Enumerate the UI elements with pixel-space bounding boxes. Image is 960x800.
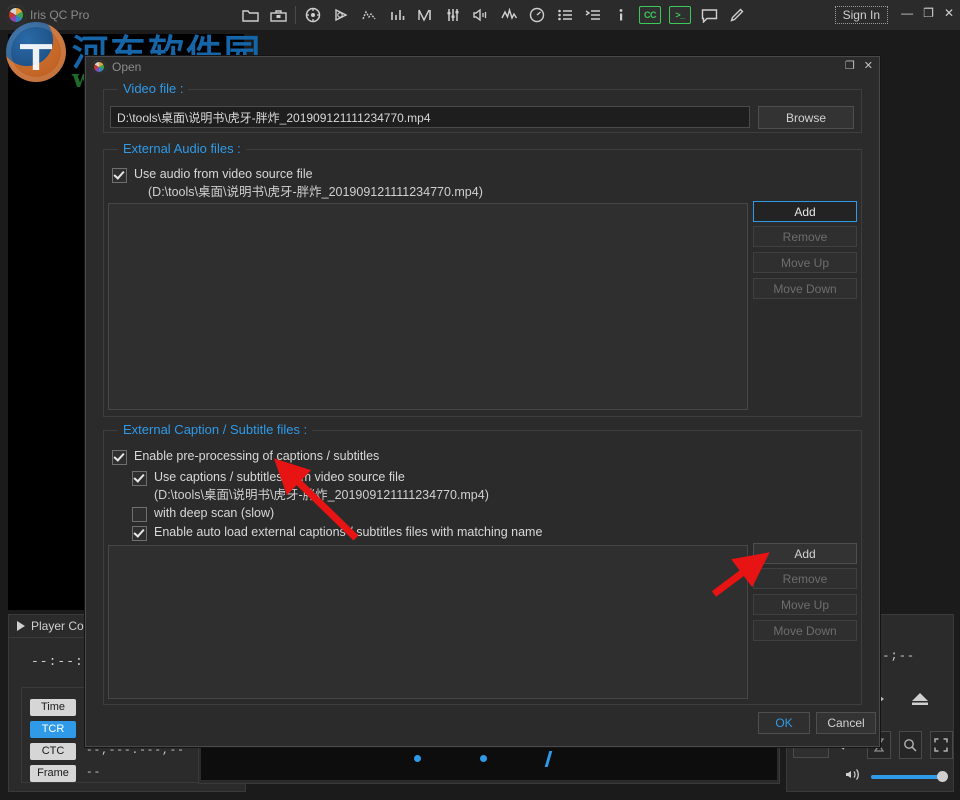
app-logo-icon <box>6 5 26 25</box>
app-title: Iris QC Pro <box>30 8 90 22</box>
titlebar: Iris QC Pro CC >_ Sign In — ❐ ✕ <box>0 0 960 30</box>
auto-load-captions-label: Enable auto load external captions / sub… <box>154 525 543 539</box>
external-audio-legend: External Audio files : <box>118 141 246 156</box>
histogram-icon[interactable] <box>383 2 411 28</box>
dialog-restore-button[interactable]: ❐ <box>845 60 855 72</box>
iris-logo-icon <box>92 60 106 74</box>
audio-add-button[interactable]: Add <box>753 201 857 222</box>
fullscreen-icon[interactable] <box>929 731 953 759</box>
table-row[interactable]: Frame -- <box>22 762 226 784</box>
toolbox-icon[interactable] <box>264 2 292 28</box>
checkbox-box[interactable] <box>132 526 147 541</box>
volume-control[interactable] <box>787 767 953 787</box>
external-caption-list[interactable] <box>108 545 748 699</box>
cc-icon[interactable]: CC <box>639 6 661 24</box>
dialog-window-controls: ❐ ✕ <box>845 60 873 72</box>
vectorscope-icon[interactable] <box>327 2 355 28</box>
external-caption-legend: External Caption / Subtitle files : <box>118 422 313 437</box>
levels-icon[interactable] <box>439 2 467 28</box>
use-captions-from-source-path: (D:\tools\桌面\说明书\虎牙-胖炸_20190912111123477… <box>154 488 489 502</box>
browse-button[interactable]: Browse <box>758 106 854 129</box>
speedometer-icon[interactable] <box>523 2 551 28</box>
external-audio-list[interactable] <box>108 203 748 410</box>
deep-scan-checkbox[interactable]: with deep scan (slow) <box>132 506 274 522</box>
loudness-icon[interactable] <box>495 2 523 28</box>
report-icon[interactable] <box>579 2 607 28</box>
ok-button[interactable]: OK <box>758 712 810 734</box>
timecode-key-ctc[interactable]: CTC <box>30 742 76 760</box>
timecode-key-time[interactable]: Time <box>30 698 76 716</box>
comment-icon[interactable] <box>695 2 723 28</box>
timecode-key-frame[interactable]: Frame <box>30 764 76 782</box>
open-dialog: Open ❐ ✕ Video file : D:\tools\桌面\说明书\虎牙… <box>85 56 880 747</box>
waveform-icon[interactable] <box>355 2 383 28</box>
timecode-value-frame: -- <box>86 767 102 779</box>
eject-icon[interactable] <box>909 691 931 712</box>
use-captions-from-source-label: Use captions / subtitles from video sour… <box>154 470 405 484</box>
folder-icon[interactable] <box>236 2 264 28</box>
checkbox-box[interactable] <box>112 450 127 465</box>
timeline-marker[interactable] <box>480 755 488 762</box>
enable-preprocessing-checkbox[interactable]: Enable pre-processing of captions / subt… <box>112 449 379 465</box>
checkbox-box[interactable] <box>112 168 127 183</box>
info-icon[interactable] <box>607 2 635 28</box>
auto-load-captions-checkbox[interactable]: Enable auto load external captions / sub… <box>132 525 542 541</box>
maximize-button[interactable]: ❐ <box>923 6 934 20</box>
timeline-marker[interactable] <box>544 751 552 767</box>
timecode-key-tcr[interactable]: TCR <box>30 720 76 738</box>
use-audio-from-source-checkbox[interactable]: Use audio from video source file (D:\too… <box>112 167 483 200</box>
sign-in-button[interactable]: Sign In <box>834 6 888 24</box>
use-audio-from-source-label: Use audio from video source file <box>134 167 313 181</box>
volume-slider[interactable] <box>871 771 948 782</box>
volume-icon[interactable] <box>845 767 863 787</box>
video-file-legend: Video file : <box>118 81 189 96</box>
caption-remove-button: Remove <box>753 568 857 589</box>
magnifier-icon[interactable] <box>898 731 922 759</box>
caption-add-button[interactable]: Add <box>753 543 857 564</box>
checkbox-box[interactable] <box>132 471 147 486</box>
console-icon[interactable]: >_ <box>669 6 691 24</box>
checkbox-box[interactable] <box>132 507 147 522</box>
volume-slider-handle[interactable] <box>937 771 948 782</box>
audio-move-up-button: Move Up <box>753 252 857 273</box>
toolbar-separator <box>295 6 296 24</box>
application-window: Iris QC Pro CC >_ Sign In — ❐ ✕ Player C… <box>0 0 960 800</box>
target-icon[interactable] <box>299 2 327 28</box>
list-icon[interactable] <box>551 2 579 28</box>
deep-scan-label: with deep scan (slow) <box>154 506 275 520</box>
cancel-button[interactable]: Cancel <box>816 712 876 734</box>
caption-move-down-button: Move Down <box>753 620 857 641</box>
dialog-title: Open <box>112 60 142 74</box>
timeline-marker[interactable] <box>414 755 422 762</box>
gamut-icon[interactable] <box>411 2 439 28</box>
timeline-track[interactable] <box>201 746 777 780</box>
pencil-icon[interactable] <box>723 2 751 28</box>
caption-move-up-button: Move Up <box>753 594 857 615</box>
window-controls: — ❐ ✕ <box>901 6 954 20</box>
use-audio-from-source-path: (D:\tools\桌面\说明书\虎牙-胖炸_20190912111123477… <box>148 185 483 199</box>
minimize-button[interactable]: — <box>901 6 913 20</box>
use-captions-from-source-checkbox[interactable]: Use captions / subtitles from video sour… <box>132 470 489 503</box>
timeline-panel <box>198 742 780 784</box>
main-toolbar: CC >_ <box>236 0 751 30</box>
dialog-close-button[interactable]: ✕ <box>864 60 873 72</box>
audio-move-down-button: Move Down <box>753 278 857 299</box>
video-file-input[interactable]: D:\tools\桌面\说明书\虎牙-胖炸_201909121111234770… <box>110 106 750 128</box>
close-button[interactable]: ✕ <box>944 6 954 20</box>
dialog-titlebar: Open ❐ ✕ <box>86 57 879 77</box>
enable-preprocessing-label: Enable pre-processing of captions / subt… <box>134 449 380 463</box>
audio-remove-button: Remove <box>753 226 857 247</box>
audio-meter-icon[interactable] <box>467 2 495 28</box>
play-triangle-icon <box>17 621 25 631</box>
